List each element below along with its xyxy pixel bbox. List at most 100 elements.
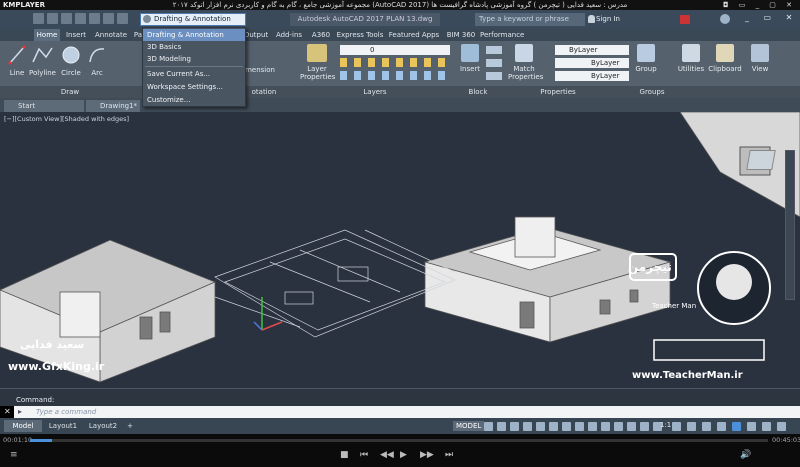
tab-layout2[interactable]: Layout2 [84,420,122,432]
units-icon[interactable] [687,422,696,431]
seek-bar[interactable] [30,439,768,442]
line-tool[interactable]: Line [8,45,26,77]
stop-icon[interactable]: ■ [340,450,349,460]
panel-block[interactable]: Block [458,86,498,98]
layer-dropdown[interactable]: 0 [340,45,450,55]
view-tool[interactable]: View [748,44,772,73]
tab-add-ins[interactable]: Add-ins [272,29,306,41]
redo-icon[interactable] [117,13,128,24]
transparency-icon[interactable] [575,422,584,431]
previous-icon[interactable]: ⏮ [360,450,368,460]
linetype-dropdown[interactable]: ByLayer [555,58,629,68]
close-icon[interactable]: ✕ [4,407,11,416]
print-icon[interactable] [89,13,100,24]
grid-icon[interactable] [484,422,493,431]
clipboard-tool[interactable]: Clipboard [708,44,742,73]
panel-layers[interactable]: Layers [340,86,410,98]
workspace-menu-item-workspace-settings[interactable]: Workspace Settings... [143,81,245,93]
tab-layout1[interactable]: Layout1 [44,420,82,432]
dynamic-ucs-icon[interactable] [614,422,623,431]
lineweight-icon[interactable] [562,422,571,431]
3d-osnap-icon[interactable] [601,422,610,431]
block-tools[interactable] [486,46,502,82]
auto-scale-icon[interactable] [640,422,649,431]
color-dropdown[interactable]: ByLayer [555,45,629,55]
polyline-tool[interactable]: Polyline [29,45,56,77]
annotation-visibility-icon[interactable] [627,422,636,431]
tab-insert[interactable]: Insert [62,29,90,41]
file-tab-drawing1[interactable]: Drawing1* [86,100,140,112]
panel-groups[interactable]: Groups [632,86,672,98]
play-icon[interactable]: ▶ [400,450,407,460]
lock-ui-icon[interactable] [717,422,726,431]
workspace-menu-item-drafting-annotation[interactable]: Drafting & Annotation [143,29,245,41]
lineweight-dropdown[interactable]: ByLayer [555,71,629,81]
otrack-icon[interactable] [549,422,558,431]
rewind-icon[interactable]: ◀◀ [380,450,394,460]
player-window-controls[interactable]: ◘ ▭ _ ▢ ✕ [723,0,796,10]
panel-properties[interactable]: Properties [508,86,608,98]
hardware-acceleration-icon[interactable] [747,422,756,431]
add-layout-button[interactable]: + [124,420,136,432]
status-model-button[interactable]: MODEL [453,421,485,431]
workspace-menu-item-3d-modeling[interactable]: 3D Modeling [143,53,245,65]
isolate-objects-icon[interactable] [732,422,741,431]
selection-cycling-icon[interactable] [588,422,597,431]
layer-tools-row-1[interactable] [340,58,450,67]
tab-model[interactable]: Model [4,420,42,432]
layer-properties-tool[interactable]: Layer Properties [300,44,335,81]
panel-draw[interactable]: Draw [50,86,90,98]
forward-icon[interactable]: ▶▶ [420,450,434,460]
window-controls[interactable]: _ ▭ ✕ [745,13,798,22]
customization-icon[interactable] [777,422,786,431]
layer-tools-row-2[interactable] [340,71,450,80]
next-icon[interactable]: ⏭ [445,450,453,460]
ortho-icon[interactable] [510,422,519,431]
tab-express-tools[interactable]: Express Tools [336,29,384,41]
workspace-menu-item-customize[interactable]: Customize... [143,94,245,106]
viewport-controls-label[interactable]: [−][Custom View][Shaded with edges] [4,115,129,123]
group-tool[interactable]: Group [634,44,658,73]
command-icon[interactable]: ▸ [18,407,22,416]
menu-icon[interactable]: ≡ [10,450,18,460]
workspace-menu-item-3d-basics[interactable]: 3D Basics [143,41,245,53]
open-file-icon[interactable] [47,13,58,24]
file-tab-start[interactable]: Start [4,100,84,112]
panel-otation[interactable]: otation [245,86,283,98]
tab-performance[interactable]: Performance [480,29,524,41]
save-icon[interactable] [61,13,72,24]
circle-tool[interactable]: Circle [61,45,81,77]
search-input[interactable]: Type a keyword or phrase [475,13,585,26]
brand-fa: تیچرمن [628,260,672,274]
volume-icon[interactable]: 🔊 [740,450,751,460]
help-icon[interactable] [720,14,730,24]
osnap-icon[interactable] [536,422,545,431]
clean-screen-icon[interactable] [762,422,771,431]
new-file-icon[interactable] [33,13,44,24]
snap-icon[interactable] [497,422,506,431]
arc-tool[interactable]: Arc [88,45,106,77]
dimension-tool[interactable]: mension [245,66,275,74]
tab-home[interactable]: Home [34,29,60,41]
workspace-dropdown[interactable]: Drafting & Annotation [140,13,246,26]
exchange-icon[interactable] [680,15,690,24]
match-properties-tool[interactable]: Match Properties [508,44,543,81]
annotation-scale[interactable]: 1:1 [660,421,671,429]
tab-a360[interactable]: A360 [308,29,334,41]
utilities-tool[interactable]: Utilities [676,44,706,73]
insert-block-tool[interactable]: Insert [458,44,482,73]
tab-output[interactable]: Output [242,29,270,41]
tab-featured-apps[interactable]: Featured Apps [386,29,442,41]
tab-bim-360[interactable]: BIM 360 [444,29,478,41]
polar-icon[interactable] [523,422,532,431]
save-as-icon[interactable] [75,13,86,24]
annotation-monitor-icon[interactable] [672,422,681,431]
command-input[interactable]: ✕ ▸ Type a command [4,406,800,418]
sign-in-button[interactable]: Sign In [596,13,620,26]
utilities-icon [682,44,700,62]
viewcube[interactable] [746,150,776,170]
workspace-menu-item-save-current-as[interactable]: Save Current As... [143,68,245,80]
undo-icon[interactable] [103,13,114,24]
quick-properties-icon[interactable] [702,422,711,431]
tab-annotate[interactable]: Annotate [92,29,130,41]
